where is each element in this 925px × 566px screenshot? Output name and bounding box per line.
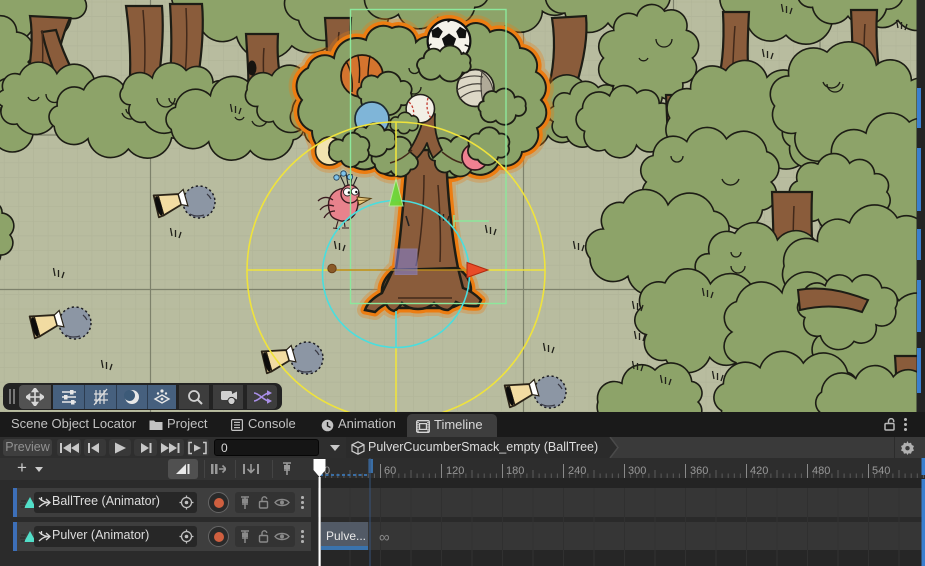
svg-text:480: 480 bbox=[812, 465, 830, 477]
svg-text:240: 240 bbox=[568, 465, 586, 477]
svg-text:∞: ∞ bbox=[379, 529, 390, 546]
svg-text:120: 120 bbox=[446, 465, 464, 477]
svg-text:360: 360 bbox=[690, 465, 708, 477]
svg-text:Pulve...: Pulve... bbox=[326, 529, 366, 543]
svg-text:60: 60 bbox=[384, 465, 396, 477]
